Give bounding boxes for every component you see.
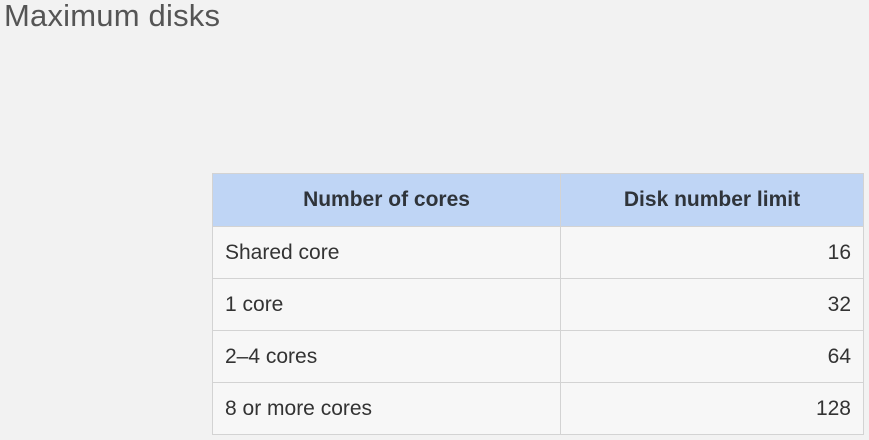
header-number-of-cores: Number of cores (212, 173, 561, 227)
table-row: 1 core 32 (212, 278, 864, 331)
limit-cell: 32 (560, 278, 864, 331)
cores-cell: 1 core (212, 278, 561, 331)
limit-cell: 16 (560, 226, 864, 279)
cores-cell: Shared core (212, 226, 561, 279)
slide-title: Maximum disks (4, 0, 221, 33)
table-row: Shared core 16 (212, 226, 864, 279)
limit-cell: 64 (560, 330, 864, 383)
header-disk-number-limit: Disk number limit (560, 173, 864, 227)
table-row: 8 or more cores 128 (212, 382, 864, 435)
table-header-row: Number of cores Disk number limit (212, 173, 864, 227)
cores-cell: 2–4 cores (212, 330, 561, 383)
disk-limit-table: Number of cores Disk number limit Shared… (212, 173, 864, 435)
cores-cell: 8 or more cores (212, 382, 561, 435)
table-row: 2–4 cores 64 (212, 330, 864, 383)
limit-cell: 128 (560, 382, 864, 435)
